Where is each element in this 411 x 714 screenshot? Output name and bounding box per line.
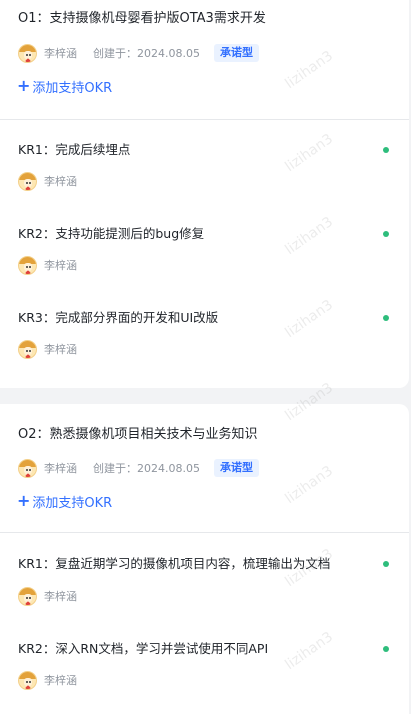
- created-date: 创建于：2024.08.05: [93, 462, 200, 475]
- objective-meta: 李梓涵 创建于：2024.08.05 承诺型: [18, 43, 259, 63]
- avatar[interactable]: [18, 43, 37, 63]
- avatar[interactable]: [18, 171, 37, 191]
- objective-card-1: O1：支持摄像机母婴看护版OTA3需求开发 李梓涵 创建于：2024.08.05…: [0, 0, 409, 388]
- avatar[interactable]: [18, 586, 37, 606]
- add-support-okr-label: 添加支持OKR: [32, 495, 113, 511]
- objective-meta: 李梓涵 创建于：2024.08.05 承诺型: [18, 458, 259, 478]
- owner-name: 李梓涵: [44, 343, 77, 356]
- kr-title[interactable]: KR2：深入RN文档，学习并尝试使用不同API: [18, 640, 268, 658]
- kr-title[interactable]: KR1：完成后续埋点: [18, 141, 130, 159]
- objective-title[interactable]: O1：支持摄像机母婴看护版OTA3需求开发: [18, 10, 266, 28]
- avatar[interactable]: [18, 458, 37, 478]
- status-dot-icon: [383, 315, 389, 321]
- owner-name: 李梓涵: [44, 259, 77, 272]
- add-support-okr-link[interactable]: + 添加支持OKR: [17, 491, 113, 511]
- status-dot-icon: [383, 561, 389, 567]
- avatar[interactable]: [18, 339, 37, 359]
- commitment-tag: 承诺型: [213, 459, 259, 477]
- kr-title[interactable]: KR2：支持功能提测后的bug修复: [18, 225, 204, 243]
- kr-owner: 李梓涵: [18, 586, 77, 606]
- kr-title[interactable]: KR3：完成部分界面的开发和UI改版: [18, 309, 218, 327]
- owner-name: 李梓涵: [44, 674, 77, 687]
- kr-owner: 李梓涵: [18, 171, 77, 191]
- owner-name: 李梓涵: [44, 590, 77, 603]
- kr-title[interactable]: KR1：复盘近期学习的摄像机项目内容，梳理输出为文档: [18, 555, 330, 573]
- owner-name: 李梓涵: [44, 462, 77, 475]
- owner-name: 李梓涵: [44, 175, 77, 188]
- kr-owner: 李梓涵: [18, 339, 77, 359]
- commitment-tag: 承诺型: [213, 44, 259, 62]
- objective-title[interactable]: O2：熟悉摄像机项目相关技术与业务知识: [18, 426, 258, 444]
- divider: [0, 532, 409, 533]
- status-dot-icon: [383, 231, 389, 237]
- add-support-okr-link[interactable]: + 添加支持OKR: [17, 76, 113, 96]
- avatar[interactable]: [18, 670, 37, 690]
- plus-icon: +: [17, 491, 31, 510]
- owner-name: 李梓涵: [44, 47, 77, 60]
- objective-card-2: O2：熟悉摄像机项目相关技术与业务知识 李梓涵 创建于：2024.08.05 承…: [0, 404, 409, 714]
- kr-owner: 李梓涵: [18, 255, 77, 275]
- kr-owner: 李梓涵: [18, 670, 77, 690]
- plus-icon: +: [17, 76, 31, 95]
- divider: [0, 119, 409, 120]
- created-date: 创建于：2024.08.05: [93, 47, 200, 60]
- status-dot-icon: [383, 147, 389, 153]
- status-dot-icon: [383, 646, 389, 652]
- avatar[interactable]: [18, 255, 37, 275]
- add-support-okr-label: 添加支持OKR: [32, 80, 113, 96]
